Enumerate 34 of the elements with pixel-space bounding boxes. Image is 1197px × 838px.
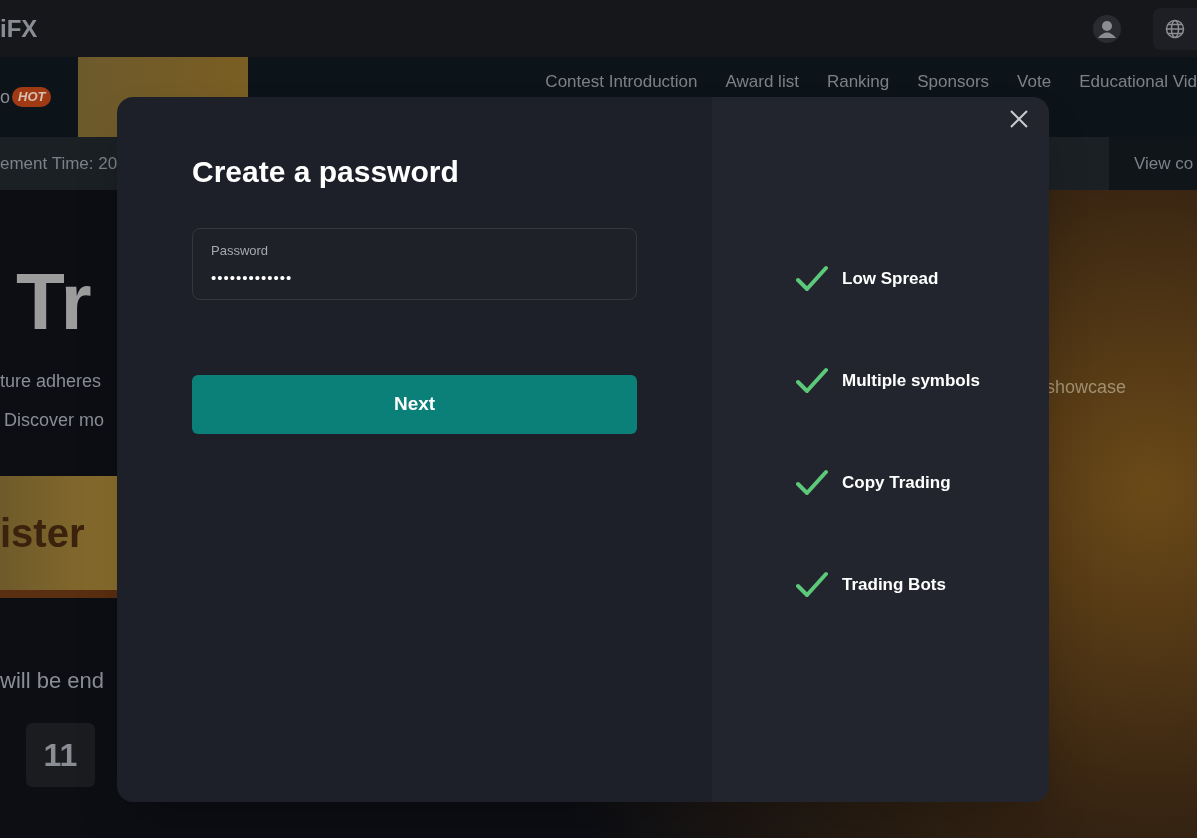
nav-link[interactable]: Ranking (826, 69, 890, 95)
feature-label: Copy Trading (842, 472, 951, 495)
checkmark-icon (796, 265, 828, 293)
feature-label: Trading Bots (842, 574, 946, 597)
hot-badge: HOT (12, 87, 52, 107)
globe-icon (1165, 18, 1185, 39)
site-logo[interactable]: iFX (0, 10, 38, 47)
countdown-digit: 11 (26, 723, 95, 787)
nav-link[interactable]: Sponsors (917, 69, 990, 95)
checkmark-icon (796, 571, 828, 599)
nav-tab[interactable]: o (0, 83, 10, 111)
next-button[interactable]: Next (192, 375, 637, 434)
password-field[interactable]: Password ••••••••••••• (192, 228, 637, 300)
password-value: ••••••••••••• (211, 267, 294, 288)
nav-link[interactable]: Award list (725, 69, 799, 95)
feature-label: Low Spread (842, 268, 939, 291)
user-avatar-icon[interactable] (1093, 14, 1121, 43)
hero-description: ture adheres (0, 370, 103, 393)
checkmark-icon (796, 367, 828, 395)
nav-link[interactable]: Educational Vid (1079, 69, 1197, 95)
nav-link[interactable]: Contest Introduction (545, 69, 698, 95)
register-button[interactable]: ister (0, 476, 117, 598)
checkmark-icon (796, 469, 828, 497)
dialog-title: Create a password (192, 154, 460, 190)
hero-caption: showcase (1046, 376, 1127, 399)
hero-description: Discover mo (3, 409, 106, 432)
countdown-text: will be end (0, 667, 105, 695)
field-label: Password (211, 242, 270, 260)
view-link[interactable]: View co (1109, 137, 1197, 190)
nav-link[interactable]: Vote (1017, 69, 1052, 95)
hero-title: Tr (15, 262, 93, 342)
language-button[interactable] (1153, 7, 1197, 50)
feature-label: Multiple symbols (842, 370, 980, 393)
settlement-time-text: ement Time: 20 (0, 152, 118, 175)
